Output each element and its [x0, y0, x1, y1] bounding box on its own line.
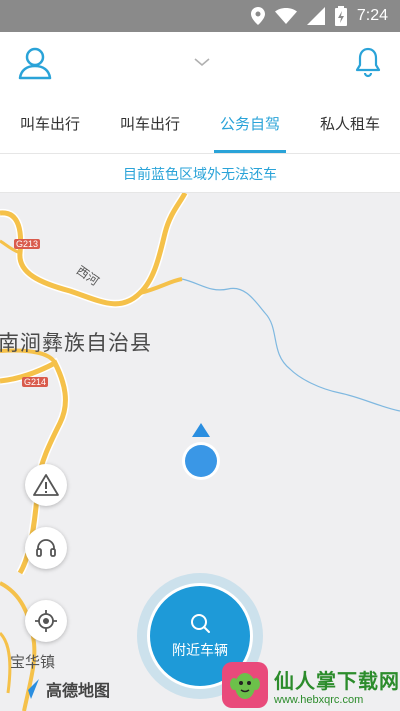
- watermark-title: 仙人掌下载网: [274, 668, 400, 693]
- search-icon: [191, 614, 210, 633]
- nearby-vehicles-label: 附近车辆: [172, 643, 228, 659]
- report-issue-button[interactable]: [25, 464, 67, 506]
- current-location-marker: [180, 423, 222, 483]
- chevron-down-icon: [194, 58, 210, 67]
- amap-arrow-icon: [19, 679, 39, 699]
- county-label: 南涧彝族自治县: [0, 331, 152, 355]
- amap-logo-text: 高德地图: [46, 681, 111, 700]
- location-arrow-icon: [182, 423, 220, 480]
- warning-icon: [33, 474, 59, 496]
- status-bar: 7:24: [0, 0, 400, 32]
- site-watermark: 仙人掌下载网 www.hebxqrc.com: [222, 659, 400, 711]
- locate-me-button[interactable]: [25, 600, 67, 642]
- return-area-notice: 目前蓝色区域外无法还车: [0, 155, 400, 193]
- tab-call-car-2[interactable]: 叫车出行: [100, 94, 200, 153]
- battery-icon: [334, 6, 347, 26]
- amap-logo: 高德地图: [18, 677, 110, 701]
- notifications-button[interactable]: [354, 46, 382, 78]
- road-label-g213: G213: [14, 239, 41, 249]
- user-icon: [18, 47, 52, 80]
- tab-official-self-drive[interactable]: 公务自驾: [200, 94, 300, 153]
- wifi-icon: [274, 8, 297, 24]
- signal-icon: [306, 7, 325, 25]
- road-label-g214: G214: [22, 377, 49, 387]
- map-view[interactable]: G213 G214 西河 南涧彝族自治县 宝华镇 附近车辆 高德地图 仙人掌下载…: [0, 193, 400, 711]
- town-label: 宝华镇: [10, 653, 56, 671]
- crosshair-icon: [35, 610, 57, 632]
- location-icon: [250, 7, 265, 25]
- service-tabs: 叫车出行 叫车出行 公务自驾 私人租车: [0, 94, 400, 154]
- app-header: [0, 32, 400, 94]
- region-dropdown[interactable]: [192, 54, 212, 68]
- customer-service-button[interactable]: [25, 527, 67, 569]
- cactus-logo-icon: [222, 662, 268, 708]
- bell-icon: [355, 47, 381, 78]
- tab-private-rental[interactable]: 私人租车: [300, 94, 400, 153]
- watermark-url: www.hebxqrc.com: [274, 693, 364, 706]
- user-profile-button[interactable]: [16, 46, 54, 80]
- headset-icon: [36, 539, 56, 557]
- tab-call-car-1[interactable]: 叫车出行: [0, 94, 100, 153]
- status-time: 7:24: [356, 7, 388, 24]
